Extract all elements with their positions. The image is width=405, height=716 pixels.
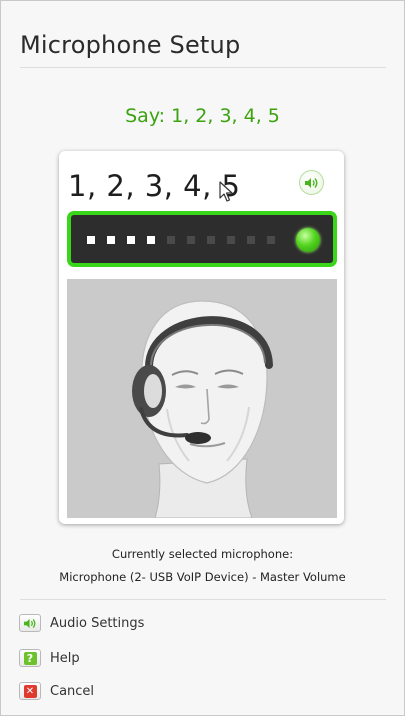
- meter-segment: [127, 236, 135, 244]
- selected-microphone-label: Currently selected microphone:: [111, 547, 294, 561]
- meter-segment: [227, 236, 235, 244]
- page-title: Microphone Setup: [20, 31, 241, 59]
- selected-microphone-device: Microphone (2- USB VoIP Device) - Master…: [59, 570, 346, 584]
- level-indicator-light: [296, 228, 320, 252]
- speaker-icon[interactable]: [299, 170, 324, 195]
- help-label: Help: [50, 650, 80, 666]
- mouse-pointer-icon: [219, 181, 233, 202]
- microphone-setup-window: Microphone Setup Say: 1, 2, 3, 4, 5 1, 2…: [0, 0, 405, 716]
- cancel-label: Cancel: [50, 683, 95, 699]
- instruction-text: Say: 1, 2, 3, 4, 5: [125, 105, 280, 127]
- meter-segment: [167, 236, 175, 244]
- meter-segment: [187, 236, 195, 244]
- cancel-button[interactable]: ✕ Cancel: [19, 680, 94, 702]
- meter-segment: [207, 236, 215, 244]
- speech-test-card: 1, 2, 3, 4, 5: [59, 151, 344, 524]
- help-button[interactable]: ? Help: [19, 647, 80, 669]
- meter-segment: [147, 236, 155, 244]
- audio-settings-button[interactable]: Audio Settings: [19, 612, 144, 634]
- title-divider: [20, 67, 386, 68]
- meter-segment: [247, 236, 255, 244]
- audio-settings-label: Audio Settings: [50, 615, 145, 631]
- phrase-text: 1, 2, 3, 4, 5: [68, 169, 241, 203]
- headset-person-illustration: [132, 300, 273, 519]
- cancel-icon: ✕: [19, 682, 41, 700]
- help-icon: ?: [19, 649, 41, 667]
- meter-segment: [87, 236, 95, 244]
- meter-segment: [267, 236, 275, 244]
- speaker-icon: [19, 614, 41, 632]
- headset-avatar: [67, 279, 337, 519]
- meter-segment: [107, 236, 115, 244]
- actions-divider: [20, 599, 386, 600]
- volume-level-meter: [67, 211, 337, 267]
